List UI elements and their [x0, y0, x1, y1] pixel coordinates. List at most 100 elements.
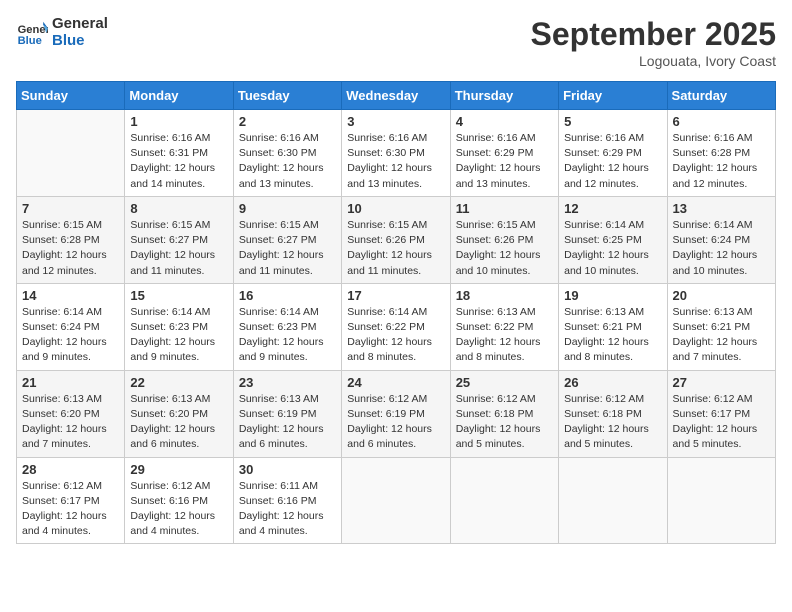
calendar-cell: 8Sunrise: 6:15 AMSunset: 6:27 PMDaylight… [125, 196, 233, 283]
day-info: Sunrise: 6:14 AMSunset: 6:22 PMDaylight:… [347, 305, 444, 366]
day-info: Sunrise: 6:12 AMSunset: 6:17 PMDaylight:… [22, 479, 119, 540]
day-info: Sunrise: 6:13 AMSunset: 6:20 PMDaylight:… [130, 392, 227, 453]
calendar-header-row: SundayMondayTuesdayWednesdayThursdayFrid… [17, 82, 776, 110]
day-info: Sunrise: 6:16 AMSunset: 6:30 PMDaylight:… [347, 131, 444, 192]
day-info: Sunrise: 6:11 AMSunset: 6:16 PMDaylight:… [239, 479, 336, 540]
calendar-cell: 16 Sunrise: 6:14 AMSunset: 6:23 PMDayligh… [233, 283, 341, 370]
calendar-table: SundayMondayTuesdayWednesdayThursdayFrid… [16, 81, 776, 544]
col-header-monday: Monday [125, 82, 233, 110]
day-number: 13 [673, 201, 770, 216]
col-header-sunday: Sunday [17, 82, 125, 110]
day-number: 3 [347, 114, 444, 129]
day-info: Sunrise: 6:16 AMSunset: 6:30 PMDaylight:… [239, 131, 336, 192]
calendar-cell: 7 Sunrise: 6:15 AMSunset: 6:28 PMDaylight… [17, 196, 125, 283]
day-info: Sunrise: 6:14 AMSunset: 6:24 PMDaylight:… [22, 305, 119, 366]
logo-text-general: General [52, 16, 108, 33]
calendar-cell: 1 Sunrise: 6:16 AMSunset: 6:31 PMDaylight… [125, 110, 233, 197]
calendar-cell: 5 Sunrise: 6:16 AMSunset: 6:29 PMDaylight… [559, 110, 667, 197]
day-info: Sunrise: 6:12 AMSunset: 6:17 PMDaylight:… [673, 392, 770, 453]
day-info: Sunrise: 6:15 AMSunset: 6:28 PMDaylight:… [22, 218, 119, 279]
day-info: Sunrise: 6:12 AMSunset: 6:19 PMDaylight:… [347, 392, 444, 453]
logo: General Blue General Blue [16, 16, 108, 49]
day-number: 8 [130, 201, 227, 216]
calendar-cell [667, 457, 775, 544]
day-number: 9 [239, 201, 336, 216]
title-block: September 2025 Logouata, Ivory Coast [531, 16, 776, 69]
day-number: 27 [673, 375, 770, 390]
day-info: Sunrise: 6:16 AMSunset: 6:29 PMDaylight:… [564, 131, 661, 192]
calendar-cell: 6 Sunrise: 6:16 AMSunset: 6:28 PMDaylight… [667, 110, 775, 197]
calendar-cell: 28 Sunrise: 6:12 AMSunset: 6:17 PMDayligh… [17, 457, 125, 544]
calendar-cell: 3 Sunrise: 6:16 AMSunset: 6:30 PMDaylight… [342, 110, 450, 197]
col-header-thursday: Thursday [450, 82, 558, 110]
calendar-week-row: 7 Sunrise: 6:15 AMSunset: 6:28 PMDaylight… [17, 196, 776, 283]
calendar-cell: 24Sunrise: 6:12 AMSunset: 6:19 PMDayligh… [342, 370, 450, 457]
day-info: Sunrise: 6:13 AMSunset: 6:22 PMDaylight:… [456, 305, 553, 366]
calendar-week-row: 21 Sunrise: 6:13 AMSunset: 6:20 PMDayligh… [17, 370, 776, 457]
day-number: 14 [22, 288, 119, 303]
day-info: Sunrise: 6:12 AMSunset: 6:18 PMDaylight:… [456, 392, 553, 453]
logo-icon: General Blue [16, 17, 48, 49]
col-header-friday: Friday [559, 82, 667, 110]
day-number: 25 [456, 375, 553, 390]
day-number: 16 [239, 288, 336, 303]
calendar-week-row: 1 Sunrise: 6:16 AMSunset: 6:31 PMDaylight… [17, 110, 776, 197]
calendar-cell [450, 457, 558, 544]
day-info: Sunrise: 6:16 AMSunset: 6:29 PMDaylight:… [456, 131, 553, 192]
day-number: 12 [564, 201, 661, 216]
day-info: Sunrise: 6:14 AMSunset: 6:24 PMDaylight:… [673, 218, 770, 279]
svg-text:General: General [18, 24, 48, 36]
day-number: 18 [456, 288, 553, 303]
calendar-cell: 17 Sunrise: 6:14 AMSunset: 6:22 PMDayligh… [342, 283, 450, 370]
day-info: Sunrise: 6:12 AMSunset: 6:16 PMDaylight:… [130, 479, 227, 540]
calendar-cell: 15Sunrise: 6:14 AMSunset: 6:23 PMDayligh… [125, 283, 233, 370]
calendar-cell: 12Sunrise: 6:14 AMSunset: 6:25 PMDayligh… [559, 196, 667, 283]
day-number: 21 [22, 375, 119, 390]
day-number: 1 [130, 114, 227, 129]
day-number: 7 [22, 201, 119, 216]
calendar-cell: 21 Sunrise: 6:13 AMSunset: 6:20 PMDayligh… [17, 370, 125, 457]
calendar-week-row: 28 Sunrise: 6:12 AMSunset: 6:17 PMDayligh… [17, 457, 776, 544]
calendar-week-row: 14 Sunrise: 6:14 AMSunset: 6:24 PMDayligh… [17, 283, 776, 370]
day-number: 17 [347, 288, 444, 303]
day-number: 23 [239, 375, 336, 390]
calendar-cell: 14 Sunrise: 6:14 AMSunset: 6:24 PMDayligh… [17, 283, 125, 370]
calendar-cell: 26Sunrise: 6:12 AMSunset: 6:18 PMDayligh… [559, 370, 667, 457]
day-number: 4 [456, 114, 553, 129]
calendar-cell: 23 Sunrise: 6:13 AMSunset: 6:19 PMDayligh… [233, 370, 341, 457]
calendar-cell: 20Sunrise: 6:13 AMSunset: 6:21 PMDayligh… [667, 283, 775, 370]
day-number: 10 [347, 201, 444, 216]
day-number: 28 [22, 462, 119, 477]
calendar-cell [559, 457, 667, 544]
calendar-cell: 9 Sunrise: 6:15 AMSunset: 6:27 PMDaylight… [233, 196, 341, 283]
day-info: Sunrise: 6:13 AMSunset: 6:19 PMDaylight:… [239, 392, 336, 453]
day-info: Sunrise: 6:14 AMSunset: 6:23 PMDaylight:… [239, 305, 336, 366]
page-header: General Blue General Blue September 2025… [16, 16, 776, 69]
day-info: Sunrise: 6:15 AMSunset: 6:26 PMDaylight:… [347, 218, 444, 279]
calendar-cell: 10 Sunrise: 6:15 AMSunset: 6:26 PMDayligh… [342, 196, 450, 283]
calendar-cell: 13 Sunrise: 6:14 AMSunset: 6:24 PMDayligh… [667, 196, 775, 283]
day-info: Sunrise: 6:16 AMSunset: 6:31 PMDaylight:… [130, 131, 227, 192]
day-number: 6 [673, 114, 770, 129]
day-info: Sunrise: 6:13 AMSunset: 6:21 PMDaylight:… [673, 305, 770, 366]
logo-text-blue: Blue [52, 33, 108, 50]
svg-text:Blue: Blue [18, 35, 42, 47]
calendar-cell: 22 Sunrise: 6:13 AMSunset: 6:20 PMDayligh… [125, 370, 233, 457]
calendar-cell: 29 Sunrise: 6:12 AMSunset: 6:16 PMDayligh… [125, 457, 233, 544]
day-info: Sunrise: 6:16 AMSunset: 6:28 PMDaylight:… [673, 131, 770, 192]
day-number: 29 [130, 462, 227, 477]
calendar-body: 1 Sunrise: 6:16 AMSunset: 6:31 PMDaylight… [17, 110, 776, 544]
day-info: Sunrise: 6:15 AMSunset: 6:27 PMDaylight:… [239, 218, 336, 279]
day-number: 22 [130, 375, 227, 390]
day-info: Sunrise: 6:13 AMSunset: 6:21 PMDaylight:… [564, 305, 661, 366]
day-info: Sunrise: 6:15 AMSunset: 6:26 PMDaylight:… [456, 218, 553, 279]
day-number: 5 [564, 114, 661, 129]
day-info: Sunrise: 6:13 AMSunset: 6:20 PMDaylight:… [22, 392, 119, 453]
col-header-tuesday: Tuesday [233, 82, 341, 110]
calendar-cell: 30Sunrise: 6:11 AMSunset: 6:16 PMDayligh… [233, 457, 341, 544]
col-header-saturday: Saturday [667, 82, 775, 110]
day-info: Sunrise: 6:12 AMSunset: 6:18 PMDaylight:… [564, 392, 661, 453]
calendar-cell: 19Sunrise: 6:13 AMSunset: 6:21 PMDayligh… [559, 283, 667, 370]
day-number: 15 [130, 288, 227, 303]
calendar-cell: 2Sunrise: 6:16 AMSunset: 6:30 PMDaylight… [233, 110, 341, 197]
